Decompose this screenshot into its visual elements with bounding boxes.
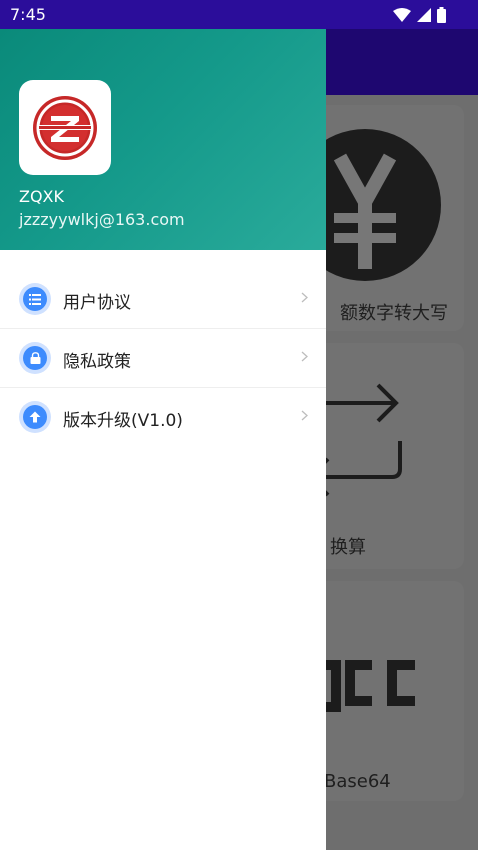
status-bar: 7:45 — [0, 0, 478, 29]
menu-item-label: 版本升级(V1.0) — [63, 411, 183, 431]
yen-icon — [310, 129, 441, 281]
menu-item-version-upgrade[interactable]: 版本升级(V1.0) — [0, 388, 326, 447]
wifi-icon — [393, 8, 411, 22]
drawer-menu: 用户协议 隐私政策 版本升级(V1.0) — [0, 270, 326, 447]
upgrade-arrow-icon — [19, 401, 51, 433]
menu-item-privacy-policy[interactable]: 隐私政策 — [0, 329, 326, 388]
menu-item-label: 用户协议 — [63, 293, 131, 313]
chevron-right-icon — [301, 351, 308, 362]
drawer-header: ZQXK jzzzyywlkj@163.com — [0, 29, 326, 250]
zqxk-logo-icon — [33, 95, 97, 160]
app-logo — [19, 80, 111, 175]
menu-item-user-agreement[interactable]: 用户协议 — [0, 270, 326, 329]
signal-icon — [417, 8, 431, 22]
lock-icon — [19, 342, 51, 374]
chevron-right-icon — [301, 410, 308, 421]
tool-card-label: Base64 — [324, 771, 391, 792]
menu-item-label: 隐私政策 — [63, 352, 131, 372]
status-icons — [393, 7, 446, 23]
status-time: 7:45 — [10, 5, 46, 24]
list-icon — [19, 283, 51, 315]
user-email: jzzzyywlkj@163.com — [19, 210, 185, 229]
app-name: ZQXK — [19, 187, 65, 206]
navigation-drawer: ZQXK jzzzyywlkj@163.com 用户协议 隐私政策 版本升级(V… — [0, 29, 326, 850]
tool-card-label: 换算 — [330, 537, 366, 558]
chevron-right-icon — [301, 292, 308, 303]
battery-icon — [437, 7, 446, 23]
